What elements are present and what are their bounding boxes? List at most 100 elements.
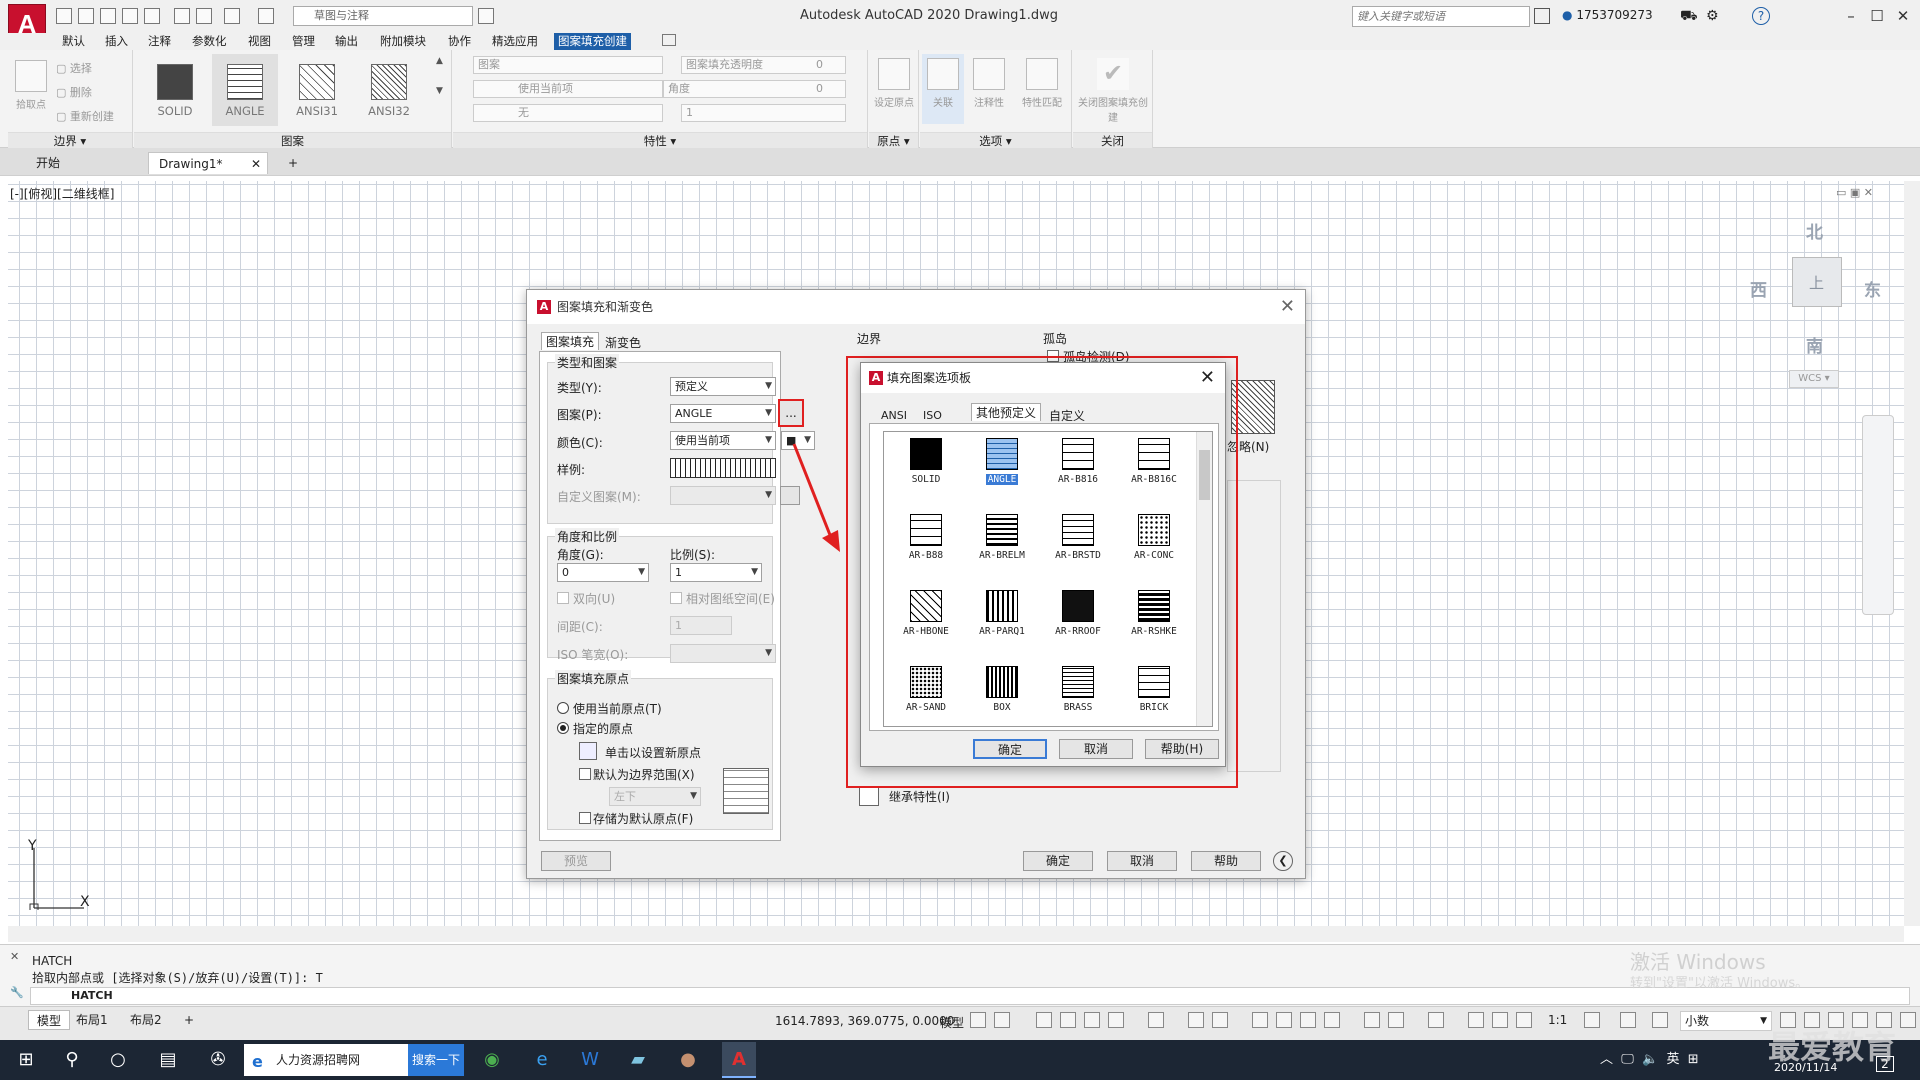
undo-icon[interactable] bbox=[224, 8, 240, 24]
isodraft-icon[interactable] bbox=[1148, 1012, 1164, 1028]
save-as-icon[interactable] bbox=[122, 8, 138, 24]
pattern-cell-ar-parq1[interactable]: AR-PARQ1 bbox=[966, 584, 1038, 659]
extent-select[interactable]: 左下 ▼ bbox=[609, 787, 701, 806]
grid-icon[interactable] bbox=[970, 1012, 986, 1028]
pick-point-button[interactable]: 拾取点 bbox=[10, 56, 52, 126]
minimize-button[interactable]: – bbox=[1838, 4, 1864, 28]
close-window-button[interactable]: ✕ bbox=[1890, 4, 1916, 28]
remove-button[interactable]: ▢ 删除 bbox=[56, 84, 92, 100]
tab-start[interactable]: 开始 bbox=[26, 152, 70, 174]
palette-ok-button[interactable]: 确定 bbox=[973, 739, 1047, 759]
annotation-monitor-icon[interactable] bbox=[1620, 1012, 1636, 1028]
wps-icon[interactable]: W bbox=[576, 1046, 604, 1074]
scrollbar-thumb[interactable] bbox=[1199, 450, 1210, 500]
task-view-icon[interactable]: ▤ bbox=[154, 1046, 182, 1074]
collapse-icon[interactable]: ❮ bbox=[1273, 851, 1293, 871]
tab-manage[interactable]: 管理 bbox=[288, 33, 319, 50]
layout-tab-1[interactable]: 布局1 bbox=[68, 1010, 116, 1030]
transparency-icon[interactable] bbox=[1276, 1012, 1292, 1028]
close-tab-icon[interactable]: ✕ bbox=[251, 153, 261, 175]
workspace-select[interactable]: 草图与注释 bbox=[293, 6, 473, 26]
set-origin-icon[interactable] bbox=[579, 742, 597, 760]
use-current-origin-radio[interactable] bbox=[557, 702, 569, 714]
hatch-color-select[interactable]: 使用当前项 bbox=[473, 80, 663, 98]
a360-icon[interactable]: ⚙ bbox=[1706, 8, 1719, 24]
lineweight-icon[interactable] bbox=[1252, 1012, 1268, 1028]
3d-osnap-icon[interactable] bbox=[1324, 1012, 1340, 1028]
palette-cancel-button[interactable]: 取消 bbox=[1059, 739, 1133, 759]
pattern-cell-solid[interactable]: SOLID bbox=[890, 432, 962, 507]
object-snap-tracking-icon[interactable] bbox=[1188, 1012, 1204, 1028]
select-button[interactable]: ▢ 选择 bbox=[56, 60, 92, 76]
cancel-button[interactable]: 取消 bbox=[1107, 851, 1177, 871]
compass-south[interactable]: 南 bbox=[1806, 332, 1823, 357]
palette-close-button[interactable]: ✕ bbox=[1200, 367, 1215, 388]
cart-icon[interactable]: ⛟ bbox=[1680, 8, 1698, 26]
click-set-origin-label[interactable]: 单击以设置新原点 bbox=[605, 744, 701, 761]
viewcube[interactable]: 上 bbox=[1792, 257, 1842, 307]
wcs-menu[interactable]: WCS ▾ bbox=[1789, 370, 1839, 388]
boundary-panel-label[interactable]: 边界 ▾ bbox=[8, 132, 132, 148]
angle-field[interactable]: 角度 0 bbox=[663, 80, 846, 98]
redo-icon[interactable] bbox=[258, 8, 274, 24]
tab-parametric[interactable]: 参数化 bbox=[188, 33, 231, 50]
command-input[interactable]: HATCH bbox=[30, 987, 1910, 1005]
maximize-button[interactable]: ☐ bbox=[1864, 4, 1890, 28]
panel-toggle-icon[interactable] bbox=[662, 34, 676, 46]
command-close-icon[interactable]: ✕ bbox=[10, 950, 19, 963]
selection-cycling-icon[interactable] bbox=[1300, 1012, 1316, 1028]
pattern-cell-ar-brelm[interactable]: AR-BRELM bbox=[966, 508, 1038, 583]
pattern-ansi31[interactable]: ANSI31 bbox=[284, 54, 350, 126]
tab-output[interactable]: 输出 bbox=[331, 33, 362, 50]
properties-panel-label[interactable]: 特性 ▾ bbox=[453, 132, 867, 148]
store-default-checkbox[interactable] bbox=[579, 812, 591, 824]
object-snap-icon[interactable] bbox=[1212, 1012, 1228, 1028]
color-select[interactable]: 使用当前项 ▼ bbox=[670, 431, 776, 450]
transparency-field[interactable]: 图案填充透明度 0 bbox=[681, 56, 846, 74]
background-color-select[interactable]: 无 bbox=[473, 104, 663, 122]
save-icon[interactable] bbox=[100, 8, 116, 24]
pattern-cell-ar-rroof[interactable]: AR-RROOF bbox=[1042, 584, 1114, 659]
workspace-switch-icon[interactable] bbox=[1584, 1012, 1600, 1028]
pattern-cell-ar-b88[interactable]: AR-B88 bbox=[890, 508, 962, 583]
annotative-button[interactable]: 注释性 bbox=[968, 54, 1010, 124]
autocad-taskbar-icon[interactable]: A bbox=[722, 1042, 756, 1078]
match-icon[interactable] bbox=[478, 8, 494, 24]
pattern-cell-brass[interactable]: BRASS bbox=[1042, 660, 1114, 726]
annotation-visibility-icon[interactable] bbox=[1468, 1012, 1484, 1028]
pattern-cell-brick[interactable]: BRICK bbox=[1118, 660, 1190, 726]
auto-scale-icon[interactable] bbox=[1492, 1012, 1508, 1028]
share-icon[interactable] bbox=[174, 8, 190, 24]
snap-icon[interactable] bbox=[994, 1012, 1010, 1028]
tab-gradient[interactable]: 渐变色 bbox=[601, 334, 645, 352]
system-tray[interactable]: ︿ 🖵 🔈 英 ⊞ bbox=[1600, 1048, 1699, 1067]
infer-constraints-icon[interactable] bbox=[1036, 1012, 1052, 1028]
add-layout-button[interactable]: + bbox=[176, 1010, 202, 1030]
new-tab-button[interactable]: + bbox=[278, 152, 308, 174]
tab-annotate[interactable]: 注释 bbox=[144, 33, 175, 50]
pattern-angle[interactable]: ANGLE bbox=[212, 54, 278, 126]
coordinates-display[interactable]: 1614.7893, 369.0775, 0.0000 bbox=[775, 1014, 954, 1028]
plot-icon[interactable] bbox=[196, 8, 212, 24]
specified-origin-radio[interactable] bbox=[557, 722, 569, 734]
search-input[interactable]: 键入关键字或短语 bbox=[1352, 6, 1530, 27]
tab-drawing1[interactable]: Drawing1* ✕ bbox=[148, 152, 268, 174]
layout-tab-model[interactable]: 模型 bbox=[28, 1010, 71, 1030]
taskbar-search-button[interactable]: 搜索一下 bbox=[408, 1044, 464, 1076]
palette-help-button[interactable]: 帮助(H) bbox=[1145, 739, 1219, 759]
viewport-window-controls[interactable]: ▭ ▣ ✕ bbox=[1836, 186, 1873, 199]
pattern-grid-scrollbar[interactable] bbox=[1196, 432, 1212, 726]
annotation-scale[interactable]: 1:1 bbox=[1548, 1013, 1567, 1027]
units-select[interactable]: 小数 ▼ bbox=[1680, 1011, 1772, 1031]
browser-360-icon[interactable]: ◉ bbox=[478, 1046, 506, 1074]
media-app-icon[interactable]: ● bbox=[674, 1046, 702, 1074]
iso-pen-select[interactable]: ▼ bbox=[670, 644, 776, 663]
scale-field[interactable]: 1 bbox=[681, 104, 846, 122]
new-icon[interactable] bbox=[56, 8, 72, 24]
compass-west[interactable]: 西 bbox=[1750, 276, 1767, 301]
annotation-scale-icon[interactable] bbox=[1516, 1012, 1532, 1028]
gizmo-icon[interactable] bbox=[1428, 1012, 1444, 1028]
pattern-swatch[interactable] bbox=[670, 458, 776, 478]
selection-filter-icon[interactable] bbox=[1388, 1012, 1404, 1028]
hatch-type-select[interactable]: 图案 bbox=[473, 56, 663, 74]
